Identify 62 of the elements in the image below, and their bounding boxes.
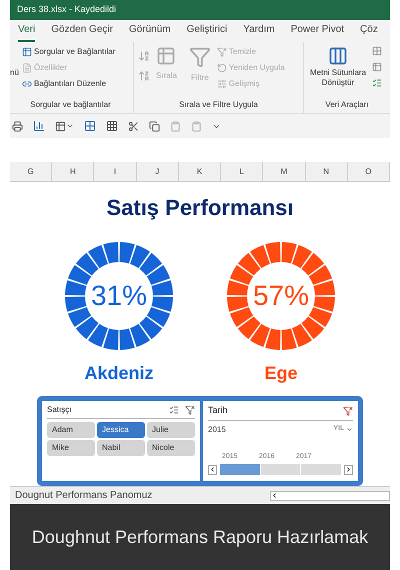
command-icon: [22, 63, 32, 73]
column-header[interactable]: N: [306, 162, 348, 181]
ribbon-tab[interactable]: Gözden Geçir: [51, 22, 113, 42]
columns-icon: [328, 46, 348, 66]
percent-value: 57%: [252, 282, 310, 310]
ribbon-tab[interactable]: Görünüm: [128, 22, 171, 42]
region-label: Akdeniz: [84, 364, 154, 382]
column-header[interactable]: M: [263, 162, 306, 181]
slicer-item[interactable]: Julie: [147, 422, 195, 438]
column-header[interactable]: K: [178, 162, 222, 181]
region-label: Ege: [264, 364, 298, 382]
chart-icon[interactable]: [33, 120, 45, 132]
printer-icon[interactable]: [12, 120, 23, 132]
cut-icon[interactable]: [128, 120, 139, 132]
ribbon-command[interactable]: Bağlantıları Düzenle: [22, 78, 116, 90]
percent-value: 31%: [90, 282, 148, 310]
column-header[interactable]: O: [348, 162, 390, 181]
copy-icon[interactable]: [149, 120, 160, 132]
slicer-item[interactable]: Jessica: [97, 422, 145, 438]
ribbon-tab[interactable]: Çöz: [360, 22, 378, 42]
scroll-left-button[interactable]: [208, 464, 217, 474]
table-icon[interactable]: [372, 62, 382, 72]
caret-icon[interactable]: [66, 122, 74, 130]
group-label: Sorgular ve bağlantılar: [29, 99, 112, 111]
slicer-item[interactable]: Nabil: [97, 440, 145, 456]
slicer-item[interactable]: Adam: [47, 422, 95, 438]
clear-filter-icon[interactable]: [185, 405, 195, 415]
slicer-title: Satışçı: [47, 404, 72, 416]
group-label: Veri Araçları: [324, 99, 370, 111]
caret-icon: [346, 426, 353, 433]
column-header[interactable]: I: [94, 162, 137, 181]
scroll-left-icon[interactable]: [271, 492, 278, 499]
column-header[interactable]: L: [221, 162, 264, 181]
column-header[interactable]: J: [136, 162, 179, 181]
cut-label: nü: [10, 66, 20, 78]
command-icon: [216, 47, 227, 57]
text-to-columns-button[interactable]: Metni Sütunlara Dönüştür: [308, 46, 368, 99]
table-icon[interactable]: [55, 120, 66, 132]
command-icon: [22, 79, 32, 89]
ribbon-tab[interactable]: Geliştirici: [186, 22, 228, 42]
multi-select-icon[interactable]: [169, 405, 179, 415]
dashboard-title: Satış Performansı: [106, 194, 294, 222]
group-label: Sırala ve Filtre Uygula: [178, 99, 259, 111]
border-icon[interactable]: [106, 120, 118, 132]
filter-icon: [188, 46, 211, 68]
slicer-item[interactable]: Nicole: [147, 440, 195, 456]
timeline-title: Tarih: [208, 404, 228, 417]
grid-icon[interactable]: [84, 120, 96, 132]
command-icon: [216, 63, 227, 73]
caption-text: Doughnut Performans Raporu Hazırlamak: [32, 526, 368, 549]
ribbon-tab[interactable]: Yardım: [243, 22, 275, 42]
scroll-right-button[interactable]: [344, 464, 353, 474]
command-icon: [22, 47, 32, 57]
clear-filter-icon[interactable]: [343, 406, 353, 416]
column-header[interactable]: G: [10, 162, 52, 181]
column-header[interactable]: H: [52, 162, 94, 181]
window-title: Ders 38.xlsx - Kaydedildi: [17, 3, 116, 16]
ribbon-tab[interactable]: Power Pivot: [290, 22, 344, 42]
command-icon: [216, 79, 227, 89]
selected-period: 2015: [208, 424, 226, 436]
slicer-item[interactable]: Mike: [47, 440, 95, 456]
ribbon-command[interactable]: Sorgular ve Bağlantılar: [22, 46, 116, 58]
